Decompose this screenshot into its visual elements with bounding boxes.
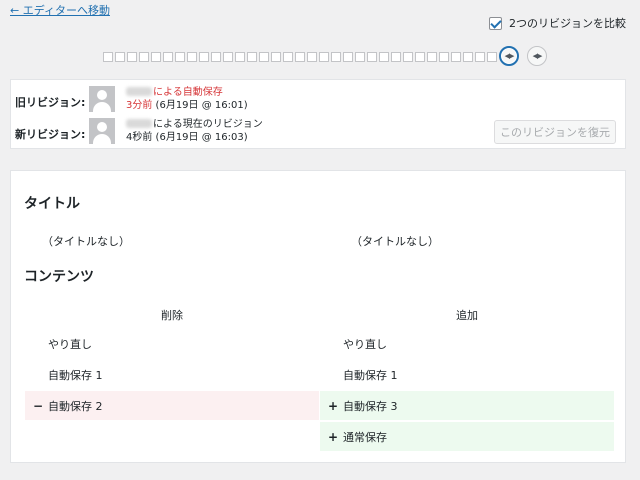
slider-tick[interactable] [259, 52, 269, 62]
minus-icon: − [33, 398, 44, 413]
slider-tick[interactable] [427, 52, 437, 62]
old-date: (6月19日 @ 16:01) [152, 100, 248, 111]
old-revision-info: による自動保存 3分前 (6月19日 @ 16:01) [126, 86, 248, 112]
slider-tick[interactable] [163, 52, 173, 62]
plus-icon: + [328, 398, 339, 413]
slider-tick[interactable] [103, 52, 113, 62]
slider-tick[interactable] [487, 52, 497, 62]
revision-diff: タイトル （タイトルなし） （タイトルなし） コンテンツ 削除 追加 やり直し … [10, 170, 626, 463]
author-name-redacted [126, 87, 152, 96]
diff-text: やり直し [48, 337, 92, 351]
slider-tick[interactable] [343, 52, 353, 62]
slider-tick[interactable] [475, 52, 485, 62]
restore-revision-button[interactable]: このリビジョンを復元 [494, 120, 616, 144]
slider-tick[interactable] [367, 52, 377, 62]
slider-tick[interactable] [211, 52, 221, 62]
old-revision-label: 旧リビジョン: [15, 96, 86, 109]
slider-tick[interactable] [331, 52, 341, 62]
diff-text: 自動保存 2 [48, 399, 103, 413]
compare-label: 2つのリビジョンを比較 [509, 17, 626, 30]
new-author-text: による現在のリビジョン [153, 119, 263, 130]
slider-tick[interactable] [175, 52, 185, 62]
slider-tick[interactable] [199, 52, 209, 62]
slider-handle-from[interactable]: ◀▶ [499, 46, 519, 66]
slider-track [103, 52, 499, 62]
title-heading: タイトル [24, 196, 80, 212]
slider-tick[interactable] [463, 52, 473, 62]
slider-tick[interactable] [223, 52, 233, 62]
slider-tick[interactable] [247, 52, 257, 62]
old-revision-row: 旧リビジョン: による自動保存 3分前 (6月19日 @ 16:01) [11, 84, 625, 116]
diff-text: やり直し [343, 337, 387, 351]
diff-row-left: 自動保存 1 [25, 360, 319, 389]
avatar [89, 86, 115, 112]
compare-two-revisions[interactable]: 2つのリビジョンを比較 [489, 15, 626, 31]
new-revision-info: による現在のリビジョン 4秒前 (6月19日 @ 16:03) [126, 118, 263, 144]
slider-tick[interactable] [415, 52, 425, 62]
slider-tick[interactable] [319, 52, 329, 62]
diff-row-added: + 自動保存 3 [320, 391, 614, 420]
slider-handle-to[interactable]: ◀▶ [527, 46, 547, 66]
title-new-value: （タイトルなし） [351, 235, 439, 248]
slider-tick[interactable] [451, 52, 461, 62]
removed-column-header: 削除 [161, 309, 183, 322]
diff-text: 自動保存 1 [343, 368, 398, 382]
compare-checkbox[interactable] [489, 16, 502, 30]
old-author-text: による自動保存 [153, 87, 223, 98]
slider-tick[interactable] [127, 52, 137, 62]
new-revision-label: 新リビジョン: [15, 128, 86, 141]
new-date: (6月19日 @ 16:03) [152, 132, 248, 143]
diff-text: 自動保存 1 [48, 368, 103, 382]
diff-text: 通常保存 [343, 430, 387, 444]
revision-meta: 旧リビジョン: による自動保存 3分前 (6月19日 @ 16:01) 新リビジ… [10, 79, 626, 149]
slider-tick[interactable] [307, 52, 317, 62]
slider-tick[interactable] [403, 52, 413, 62]
slider-tick[interactable] [379, 52, 389, 62]
slider-tick[interactable] [271, 52, 281, 62]
title-old-value: （タイトルなし） [42, 235, 130, 248]
old-ago: 3分前 [126, 100, 153, 111]
diff-row-left: やり直し [25, 329, 319, 358]
revision-slider[interactable]: ◀▶ ◀▶ [103, 46, 547, 66]
slider-tick[interactable] [283, 52, 293, 62]
diff-row-right: やり直し [320, 329, 614, 358]
slider-tick[interactable] [391, 52, 401, 62]
avatar [89, 118, 115, 144]
back-to-editor-link[interactable]: ← エディターへ移動 [10, 2, 110, 18]
plus-icon: + [328, 429, 339, 444]
slider-tick[interactable] [151, 52, 161, 62]
diff-row-right: 自動保存 1 [320, 360, 614, 389]
slider-tick[interactable] [355, 52, 365, 62]
diff-row-deleted: − 自動保存 2 [25, 391, 319, 420]
slider-tick[interactable] [187, 52, 197, 62]
diff-row-added: + 通常保存 [320, 422, 614, 451]
slider-tick[interactable] [139, 52, 149, 62]
new-ago: 4秒前 [126, 132, 153, 143]
diff-text: 自動保存 3 [343, 399, 398, 413]
added-column-header: 追加 [456, 309, 478, 322]
slider-tick[interactable] [235, 52, 245, 62]
slider-tick[interactable] [115, 52, 125, 62]
author-name-redacted [126, 119, 152, 128]
content-heading: コンテンツ [24, 269, 94, 285]
slider-tick[interactable] [439, 52, 449, 62]
slider-tick[interactable] [295, 52, 305, 62]
